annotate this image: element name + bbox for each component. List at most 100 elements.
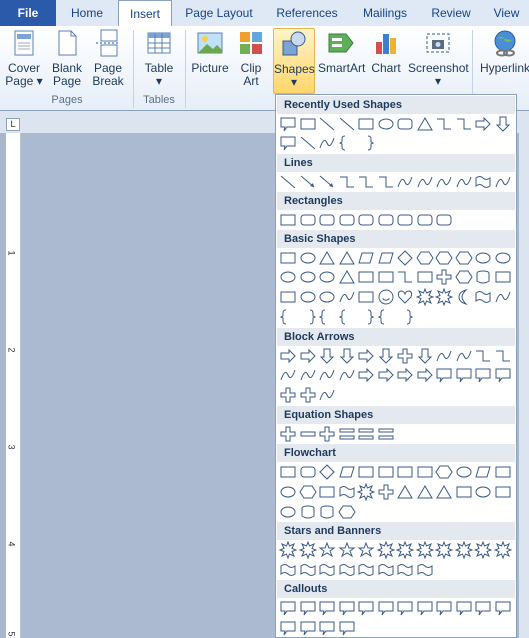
shape-option[interactable] [318,366,336,384]
cover-page-button[interactable]: Cover Page ▾ [4,28,44,88]
shape-option[interactable] [377,599,395,617]
shape-option[interactable] [279,503,297,521]
shape-option[interactable] [338,211,356,229]
shape-option[interactable] [299,115,317,133]
shape-option[interactable] [455,115,473,133]
shape-option[interactable] [435,268,453,286]
shape-option[interactable] [279,541,297,559]
shape-option[interactable] [338,173,356,191]
shape-option[interactable] [494,268,512,286]
shape-option[interactable] [318,386,336,404]
shape-option[interactable] [396,599,414,617]
shape-option[interactable] [377,173,395,191]
table-button[interactable]: Table ▾ [140,28,178,88]
shape-option[interactable] [318,561,336,579]
shape-option[interactable] [357,115,375,133]
shape-option[interactable] [299,619,317,637]
shape-option[interactable] [318,288,336,306]
shape-option[interactable] [416,561,434,579]
clip-art-button[interactable]: Clip Art [234,28,268,88]
shape-option[interactable] [279,561,297,579]
shape-option[interactable] [493,541,512,559]
shape-option[interactable] [357,211,375,229]
shape-option[interactable] [279,619,297,637]
tab-selector[interactable]: L [6,118,20,131]
shape-option[interactable] [357,599,375,617]
ruler-vertical[interactable]: 1 2 3 4 5 [6,133,21,638]
shape-option[interactable] [298,483,317,501]
shape-option[interactable] [396,561,414,579]
shape-option[interactable] [299,288,317,306]
shape-option[interactable] [416,115,434,133]
shape-option[interactable] [299,249,317,267]
shape-option[interactable] [279,288,297,306]
shape-option[interactable] [357,425,375,443]
shape-option[interactable] [338,541,356,559]
shape-option[interactable] [435,115,453,133]
shape-option[interactable] [416,366,434,384]
shape-option[interactable] [396,268,414,286]
blank-page-button[interactable]: Blank Page [48,28,86,88]
shape-option[interactable] [396,483,414,501]
shape-option[interactable] [435,288,453,306]
shape-option[interactable] [338,463,356,481]
shape-option[interactable] [455,463,473,481]
shape-option[interactable] [299,386,317,404]
shape-option[interactable] [299,561,317,579]
shape-option[interactable] [279,425,297,443]
chart-button[interactable]: Chart [367,28,405,75]
shape-option[interactable] [396,541,414,559]
shape-option[interactable] [377,366,395,384]
shape-option[interactable] [474,541,492,559]
picture-button[interactable]: Picture [190,28,230,75]
shape-option[interactable] [279,366,297,384]
shape-option[interactable] [318,541,336,559]
tab-home[interactable]: Home [58,0,116,26]
shape-option[interactable] [299,134,317,152]
shape-option[interactable] [377,268,395,286]
shape-option[interactable] [338,599,356,617]
shape-option[interactable] [299,347,317,365]
shape-option[interactable] [377,347,395,365]
shape-option[interactable] [396,249,414,267]
shape-option[interactable] [435,599,453,617]
shape-option[interactable] [435,541,453,559]
shape-option[interactable] [318,503,336,521]
shape-option[interactable] [474,173,492,191]
shape-option[interactable] [396,366,414,384]
screenshot-button[interactable]: Screenshot ▾ [408,28,469,88]
shape-option[interactable] [494,115,512,133]
shape-option[interactable] [318,308,336,326]
shape-option[interactable] [416,599,434,617]
shape-option[interactable] [338,249,356,267]
shape-option[interactable] [415,288,434,306]
shape-option[interactable] [455,288,473,306]
shape-option[interactable] [299,268,317,286]
hyperlink-button[interactable]: Hyperlink [478,28,529,75]
shape-option[interactable] [454,268,473,286]
shape-option[interactable] [338,561,356,579]
shape-option[interactable] [474,347,492,365]
shape-option[interactable] [338,288,356,306]
shape-option[interactable] [377,483,395,501]
shape-option[interactable] [455,366,473,384]
tab-review[interactable]: Review [422,0,480,26]
shape-option[interactable] [377,249,395,267]
shape-option[interactable] [279,134,297,152]
shape-option[interactable] [279,599,297,617]
shape-option[interactable] [377,115,395,133]
shape-option[interactable] [474,288,492,306]
shape-option[interactable] [338,268,356,286]
shape-option[interactable] [396,173,414,191]
shape-option[interactable] [455,173,473,191]
shape-option[interactable] [318,134,336,152]
shape-option[interactable] [318,173,336,191]
tab-mailings[interactable]: Mailings [352,0,418,26]
shape-option[interactable] [357,288,375,306]
shape-option[interactable] [318,463,336,481]
shape-option[interactable] [416,268,434,286]
shape-option[interactable] [279,115,297,133]
shape-option[interactable] [357,173,375,191]
shape-option[interactable] [376,541,395,559]
shape-option[interactable] [299,173,317,191]
